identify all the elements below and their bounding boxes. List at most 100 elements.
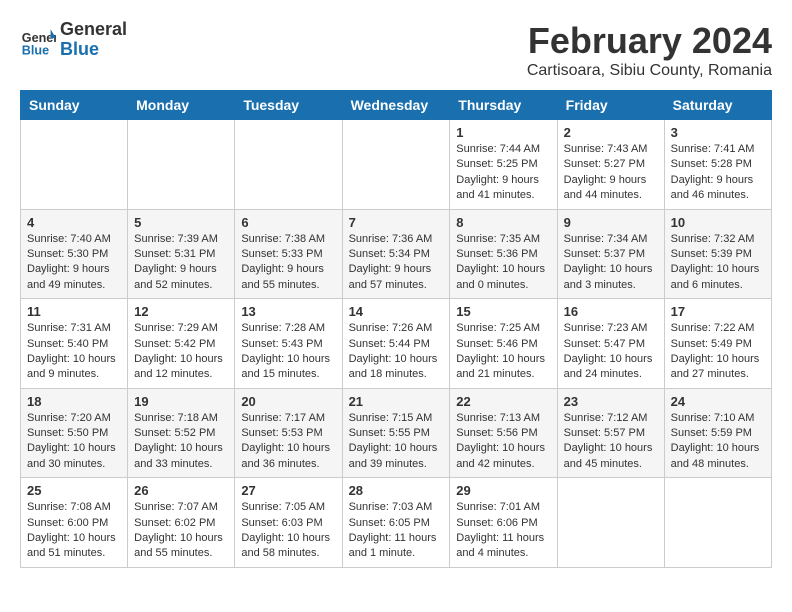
day-number: 2 — [564, 125, 658, 140]
day-info: Sunrise: 7:38 AM Sunset: 5:33 PM Dayligh… — [241, 232, 335, 294]
calendar-cell — [342, 120, 450, 210]
calendar-cell: 13 Sunrise: 7:28 AM Sunset: 5:43 PM Dayli… — [235, 299, 342, 389]
calendar-cell: 5 Sunrise: 7:39 AM Sunset: 5:31 PM Daylig… — [128, 209, 235, 299]
calendar-cell: 6 Sunrise: 7:38 AM Sunset: 5:33 PM Daylig… — [235, 209, 342, 299]
day-number: 15 — [456, 304, 550, 319]
day-number: 19 — [134, 394, 228, 409]
location-subtitle: Cartisoara, Sibiu County, Romania — [527, 62, 772, 80]
calendar-cell: 29 Sunrise: 7:01 AM Sunset: 6:06 PM Dayli… — [450, 478, 557, 568]
calendar-cell: 9Sunrise: 7:34 AM Sunset: 5:37 PM Daylig… — [557, 209, 664, 299]
day-info: Sunrise: 7:34 AM Sunset: 5:37 PM Dayligh… — [564, 232, 658, 294]
day-info: Sunrise: 7:40 AM Sunset: 5:30 PM Dayligh… — [27, 232, 121, 294]
day-number: 27 — [241, 483, 335, 498]
calendar-cell: 8 Sunrise: 7:35 AM Sunset: 5:36 PM Daylig… — [450, 209, 557, 299]
day-info: Sunrise: 7:41 AM Sunset: 5:28 PM Dayligh… — [671, 142, 765, 204]
calendar-cell: 27 Sunrise: 7:05 AM Sunset: 6:03 PM Dayli… — [235, 478, 342, 568]
day-number: 6 — [241, 215, 335, 230]
day-info: Sunrise: 7:35 AM Sunset: 5:36 PM Dayligh… — [456, 232, 550, 294]
calendar-cell — [664, 478, 771, 568]
day-number: 23 — [564, 394, 658, 409]
col-header-monday: Monday — [128, 91, 235, 120]
calendar-cell: 17 Sunrise: 7:22 AM Sunset: 5:49 PM Dayli… — [664, 299, 771, 389]
calendar-week-row: 4 Sunrise: 7:40 AM Sunset: 5:30 PM Daylig… — [21, 209, 772, 299]
day-info: Sunrise: 7:32 AM Sunset: 5:39 PM Dayligh… — [671, 232, 765, 294]
calendar-cell — [21, 120, 128, 210]
day-number: 5 — [134, 215, 228, 230]
logo-general-text: General — [60, 20, 127, 40]
calendar-cell: 20Sunrise: 7:17 AM Sunset: 5:53 PM Dayli… — [235, 388, 342, 478]
day-info: Sunrise: 7:01 AM Sunset: 6:06 PM Dayligh… — [456, 500, 550, 562]
day-info: Sunrise: 7:23 AM Sunset: 5:47 PM Dayligh… — [564, 321, 658, 383]
calendar-week-row: 25 Sunrise: 7:08 AM Sunset: 6:00 PM Dayli… — [21, 478, 772, 568]
calendar-cell: 28Sunrise: 7:03 AM Sunset: 6:05 PM Dayli… — [342, 478, 450, 568]
calendar-cell: 7 Sunrise: 7:36 AM Sunset: 5:34 PM Daylig… — [342, 209, 450, 299]
day-number: 20 — [241, 394, 335, 409]
calendar-cell: 24Sunrise: 7:10 AM Sunset: 5:59 PM Dayli… — [664, 388, 771, 478]
calendar-cell: 2 Sunrise: 7:43 AM Sunset: 5:27 PM Daylig… — [557, 120, 664, 210]
calendar-cell: 22Sunrise: 7:13 AM Sunset: 5:56 PM Dayli… — [450, 388, 557, 478]
calendar-table: SundayMondayTuesdayWednesdayThursdayFrid… — [20, 90, 772, 568]
calendar-cell: 23 Sunrise: 7:12 AM Sunset: 5:57 PM Dayli… — [557, 388, 664, 478]
day-number: 13 — [241, 304, 335, 319]
calendar-cell: 16 Sunrise: 7:23 AM Sunset: 5:47 PM Dayli… — [557, 299, 664, 389]
calendar-cell: 14 Sunrise: 7:26 AM Sunset: 5:44 PM Dayli… — [342, 299, 450, 389]
logo: General Blue General Blue — [20, 20, 127, 60]
col-header-wednesday: Wednesday — [342, 91, 450, 120]
day-info: Sunrise: 7:10 AM Sunset: 5:59 PM Dayligh… — [671, 411, 765, 473]
day-info: Sunrise: 7:26 AM Sunset: 5:44 PM Dayligh… — [349, 321, 444, 383]
col-header-sunday: Sunday — [21, 91, 128, 120]
title-area: February 2024 Cartisoara, Sibiu County, … — [527, 20, 772, 80]
day-info: Sunrise: 7:20 AM Sunset: 5:50 PM Dayligh… — [27, 411, 121, 473]
day-number: 12 — [134, 304, 228, 319]
day-number: 17 — [671, 304, 765, 319]
calendar-cell: 19 Sunrise: 7:18 AM Sunset: 5:52 PM Dayli… — [128, 388, 235, 478]
col-header-tuesday: Tuesday — [235, 91, 342, 120]
day-info: Sunrise: 7:12 AM Sunset: 5:57 PM Dayligh… — [564, 411, 658, 473]
calendar-cell: 21Sunrise: 7:15 AM Sunset: 5:55 PM Dayli… — [342, 388, 450, 478]
day-info: Sunrise: 7:43 AM Sunset: 5:27 PM Dayligh… — [564, 142, 658, 204]
logo-icon: General Blue — [20, 22, 56, 58]
day-info: Sunrise: 7:05 AM Sunset: 6:03 PM Dayligh… — [241, 500, 335, 562]
calendar-cell: 25 Sunrise: 7:08 AM Sunset: 6:00 PM Dayli… — [21, 478, 128, 568]
calendar-cell: 11Sunrise: 7:31 AM Sunset: 5:40 PM Dayli… — [21, 299, 128, 389]
day-info: Sunrise: 7:36 AM Sunset: 5:34 PM Dayligh… — [349, 232, 444, 294]
calendar-header-row: SundayMondayTuesdayWednesdayThursdayFrid… — [21, 91, 772, 120]
day-number: 25 — [27, 483, 121, 498]
calendar-week-row: 18Sunrise: 7:20 AM Sunset: 5:50 PM Dayli… — [21, 388, 772, 478]
calendar-cell: 18Sunrise: 7:20 AM Sunset: 5:50 PM Dayli… — [21, 388, 128, 478]
calendar-cell — [128, 120, 235, 210]
day-number: 26 — [134, 483, 228, 498]
calendar-cell — [557, 478, 664, 568]
calendar-week-row: 11Sunrise: 7:31 AM Sunset: 5:40 PM Dayli… — [21, 299, 772, 389]
calendar-cell: 15Sunrise: 7:25 AM Sunset: 5:46 PM Dayli… — [450, 299, 557, 389]
month-title: February 2024 — [527, 20, 772, 62]
calendar-cell: 4 Sunrise: 7:40 AM Sunset: 5:30 PM Daylig… — [21, 209, 128, 299]
day-info: Sunrise: 7:28 AM Sunset: 5:43 PM Dayligh… — [241, 321, 335, 383]
day-number: 1 — [456, 125, 550, 140]
logo-text: General Blue — [60, 20, 127, 60]
svg-text:Blue: Blue — [22, 43, 49, 57]
day-number: 4 — [27, 215, 121, 230]
day-info: Sunrise: 7:29 AM Sunset: 5:42 PM Dayligh… — [134, 321, 228, 383]
calendar-week-row: 1 Sunrise: 7:44 AM Sunset: 5:25 PM Daylig… — [21, 120, 772, 210]
day-number: 21 — [349, 394, 444, 409]
day-number: 22 — [456, 394, 550, 409]
calendar-cell: 26Sunrise: 7:07 AM Sunset: 6:02 PM Dayli… — [128, 478, 235, 568]
day-info: Sunrise: 7:22 AM Sunset: 5:49 PM Dayligh… — [671, 321, 765, 383]
day-info: Sunrise: 7:39 AM Sunset: 5:31 PM Dayligh… — [134, 232, 228, 294]
day-number: 16 — [564, 304, 658, 319]
day-number: 8 — [456, 215, 550, 230]
day-number: 28 — [349, 483, 444, 498]
day-number: 3 — [671, 125, 765, 140]
day-number: 10 — [671, 215, 765, 230]
day-number: 7 — [349, 215, 444, 230]
calendar-cell: 3 Sunrise: 7:41 AM Sunset: 5:28 PM Daylig… — [664, 120, 771, 210]
day-info: Sunrise: 7:44 AM Sunset: 5:25 PM Dayligh… — [456, 142, 550, 204]
header: General Blue General Blue February 2024 … — [20, 20, 772, 80]
day-info: Sunrise: 7:18 AM Sunset: 5:52 PM Dayligh… — [134, 411, 228, 473]
col-header-thursday: Thursday — [450, 91, 557, 120]
day-number: 29 — [456, 483, 550, 498]
col-header-friday: Friday — [557, 91, 664, 120]
day-number: 14 — [349, 304, 444, 319]
day-info: Sunrise: 7:08 AM Sunset: 6:00 PM Dayligh… — [27, 500, 121, 562]
